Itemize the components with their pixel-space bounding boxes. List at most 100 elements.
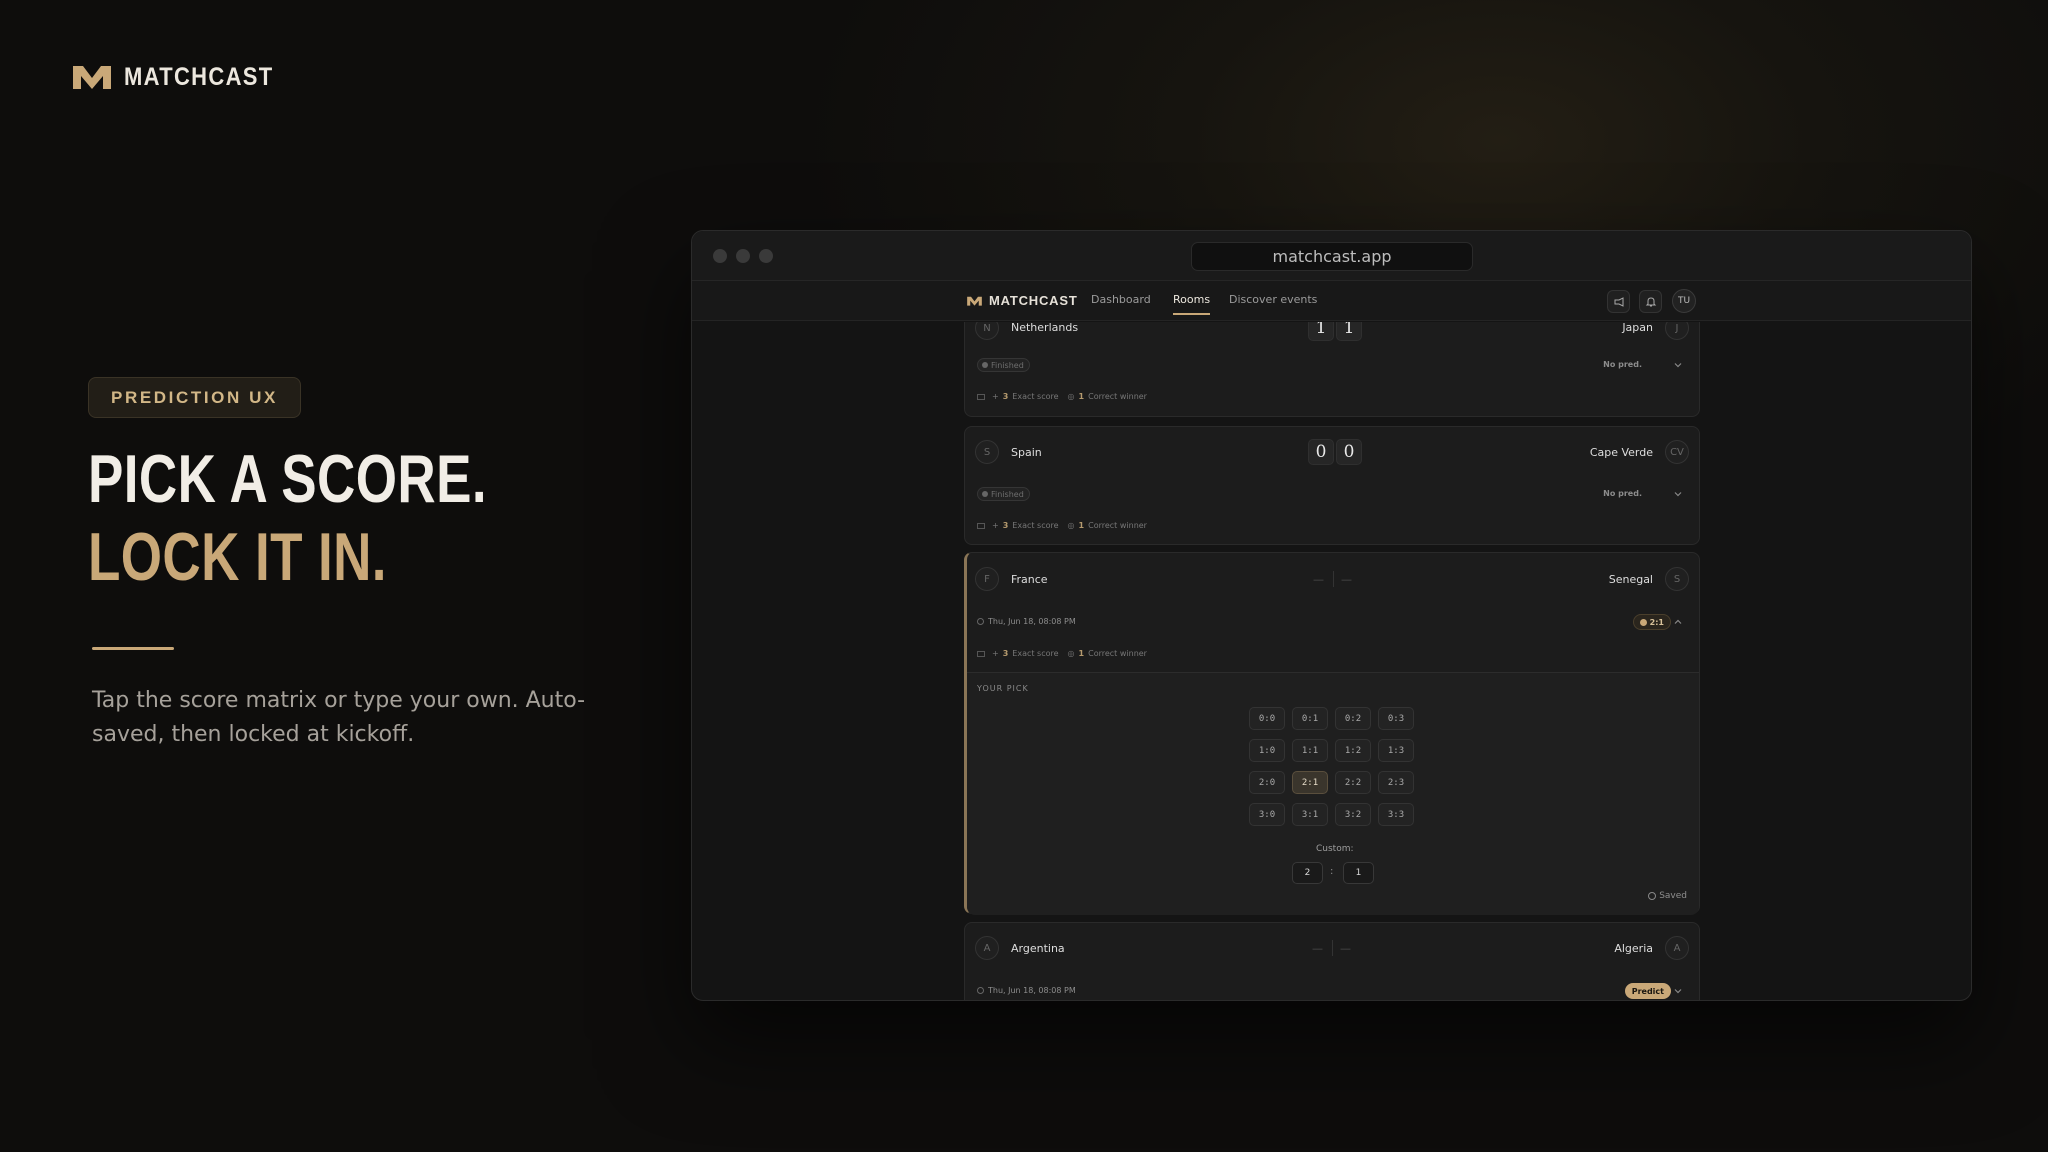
pick-panel: YOUR PICK 0:0 0:1 0:2 0:3 1:0 1:1 1:2 1:3 2:0 2:1…	[967, 672, 1699, 915]
custom-home-input[interactable]: 2	[1292, 862, 1323, 884]
prediction-status: No pred.	[1603, 360, 1642, 369]
score-option[interactable]: 2:2	[1335, 771, 1371, 794]
away-team-badge: CV	[1665, 440, 1689, 464]
score-option[interactable]: 2:1	[1292, 771, 1328, 794]
score-option[interactable]: 3:1	[1292, 803, 1328, 826]
hero-subcopy: Tap the score matrix or type your own. A…	[92, 688, 586, 747]
target-icon: ◎	[1067, 392, 1075, 401]
status-badge: Finished	[977, 358, 1030, 372]
score-option[interactable]: 0:2	[1335, 707, 1371, 730]
score-option[interactable]: 2:0	[1249, 771, 1285, 794]
chevron-up-icon[interactable]	[1673, 617, 1683, 627]
score-option[interactable]: 3:2	[1335, 803, 1371, 826]
home-score: —	[1313, 573, 1324, 586]
home-team-badge: F	[975, 567, 999, 591]
notifications-button[interactable]	[1639, 290, 1662, 313]
chevron-down-icon[interactable]	[1673, 986, 1683, 996]
chevron-down-icon[interactable]	[1673, 489, 1683, 499]
check-circle-icon	[1648, 892, 1657, 900]
window-maximize-dot[interactable]	[759, 249, 773, 263]
score-option[interactable]: 0:1	[1292, 707, 1328, 730]
target-icon: ◎	[1067, 521, 1075, 530]
home-score: —	[1312, 942, 1323, 955]
kickoff-time: Thu, Jun 18, 08:08 PM	[977, 986, 1076, 995]
prediction-chip[interactable]: 2:1	[1632, 614, 1671, 630]
away-team-name: Japan	[1622, 322, 1653, 334]
section-tag: PREDICTION UX	[88, 377, 301, 418]
predict-button[interactable]: Predict	[1624, 983, 1671, 999]
browser-window: matchcast.app MATCHCAST Dashboard Rooms …	[691, 230, 1972, 1001]
status-dot-icon	[982, 491, 988, 497]
home-team-name: Argentina	[1011, 942, 1065, 955]
match-card-expanded[interactable]: F France — — Senegal S Thu, Jun 18, 08:0…	[964, 552, 1700, 915]
score-option[interactable]: 1:1	[1292, 739, 1328, 762]
scoring-rules: + 3 Exact score ◎ 1 Correct winner	[977, 392, 1147, 401]
scoring-icon	[977, 650, 985, 657]
brand-logo: MATCHCAST	[70, 62, 294, 92]
scoring-rules: + 3 Exact score ◎ 1 Correct winner	[977, 521, 1147, 530]
app-navbar: MATCHCAST Dashboard Rooms Discover event…	[692, 281, 1971, 321]
chevron-down-icon[interactable]	[1673, 360, 1683, 370]
custom-separator: :	[1330, 866, 1334, 877]
home-team-badge: N	[975, 322, 999, 340]
home-score: 1	[1308, 322, 1334, 341]
score-option[interactable]: 3:3	[1378, 803, 1414, 826]
window-close-dot[interactable]	[713, 249, 727, 263]
nav-dashboard[interactable]: Dashboard	[1091, 293, 1151, 306]
match-card[interactable]: A Argentina — — Algeria A Thu, Jun 18, 0…	[964, 922, 1700, 1000]
away-team-name: Cape Verde	[1589, 446, 1653, 459]
nav-discover-events[interactable]: Discover events	[1229, 293, 1317, 306]
address-bar[interactable]: matchcast.app	[1191, 242, 1473, 271]
brand-name: MATCHCAST	[124, 62, 274, 91]
away-score: —	[1341, 573, 1352, 586]
home-team-name: France	[1011, 573, 1048, 586]
away-team-name: Algeria	[1614, 942, 1653, 955]
score-separator	[1332, 940, 1333, 956]
user-avatar[interactable]: TU	[1672, 289, 1696, 313]
bell-icon	[1645, 296, 1656, 306]
saved-indicator: Saved	[1648, 891, 1687, 901]
announcements-button[interactable]	[1607, 290, 1630, 313]
score-option[interactable]: 1:0	[1249, 739, 1285, 762]
check-icon	[1639, 618, 1647, 626]
matches-list: N Netherlands 1 1 Japan J Finished No pr…	[692, 322, 1971, 1000]
home-team-badge: S	[975, 440, 999, 464]
match-card[interactable]: S Spain 0 0 Cape Verde CV Finished No pr…	[964, 426, 1700, 545]
score-option[interactable]: 0:3	[1378, 707, 1414, 730]
match-card[interactable]: N Netherlands 1 1 Japan J Finished No pr…	[964, 322, 1700, 417]
status-badge: Finished	[977, 487, 1030, 501]
score-option[interactable]: 1:2	[1335, 739, 1371, 762]
app-logo[interactable]: MATCHCAST	[966, 293, 1078, 308]
app-logo-text: MATCHCAST	[989, 293, 1078, 308]
away-score: 1	[1336, 322, 1362, 341]
window-minimize-dot[interactable]	[736, 249, 750, 263]
headline-line-2: LOCK IT IN.	[88, 519, 387, 595]
away-team-badge: S	[1665, 567, 1689, 591]
away-team-badge: J	[1665, 322, 1689, 340]
scoring-icon	[977, 522, 985, 529]
kickoff-time: Thu, Jun 18, 08:08 PM	[977, 617, 1076, 626]
nav-rooms[interactable]: Rooms	[1173, 293, 1211, 315]
score-option[interactable]: 3:0	[1249, 803, 1285, 826]
home-team-name: Netherlands	[1011, 322, 1079, 334]
home-team-badge: A	[975, 936, 999, 960]
clock-icon	[977, 618, 984, 625]
score-separator	[1333, 571, 1334, 587]
away-score: 0	[1336, 439, 1362, 465]
away-score: —	[1340, 942, 1351, 955]
scoring-rules: + 3 Exact score ◎ 1 Correct winner	[977, 649, 1147, 658]
matchcast-logo-icon	[967, 296, 982, 306]
pick-title: YOUR PICK	[977, 684, 1029, 693]
score-option[interactable]: 2:3	[1378, 771, 1414, 794]
headline-line-1: PICK A SCORE.	[88, 441, 487, 517]
clock-icon	[977, 987, 984, 994]
scoring-icon	[977, 393, 985, 400]
hero-headline: PICK A SCORE. LOCK IT IN.	[88, 440, 600, 596]
score-option[interactable]: 1:3	[1378, 739, 1414, 762]
custom-away-input[interactable]: 1	[1343, 862, 1374, 884]
custom-label: Custom:	[1316, 844, 1354, 854]
away-team-name: Senegal	[1608, 573, 1653, 586]
score-option[interactable]: 0:0	[1249, 707, 1285, 730]
megaphone-icon	[1614, 296, 1623, 307]
home-score: 0	[1308, 439, 1334, 465]
